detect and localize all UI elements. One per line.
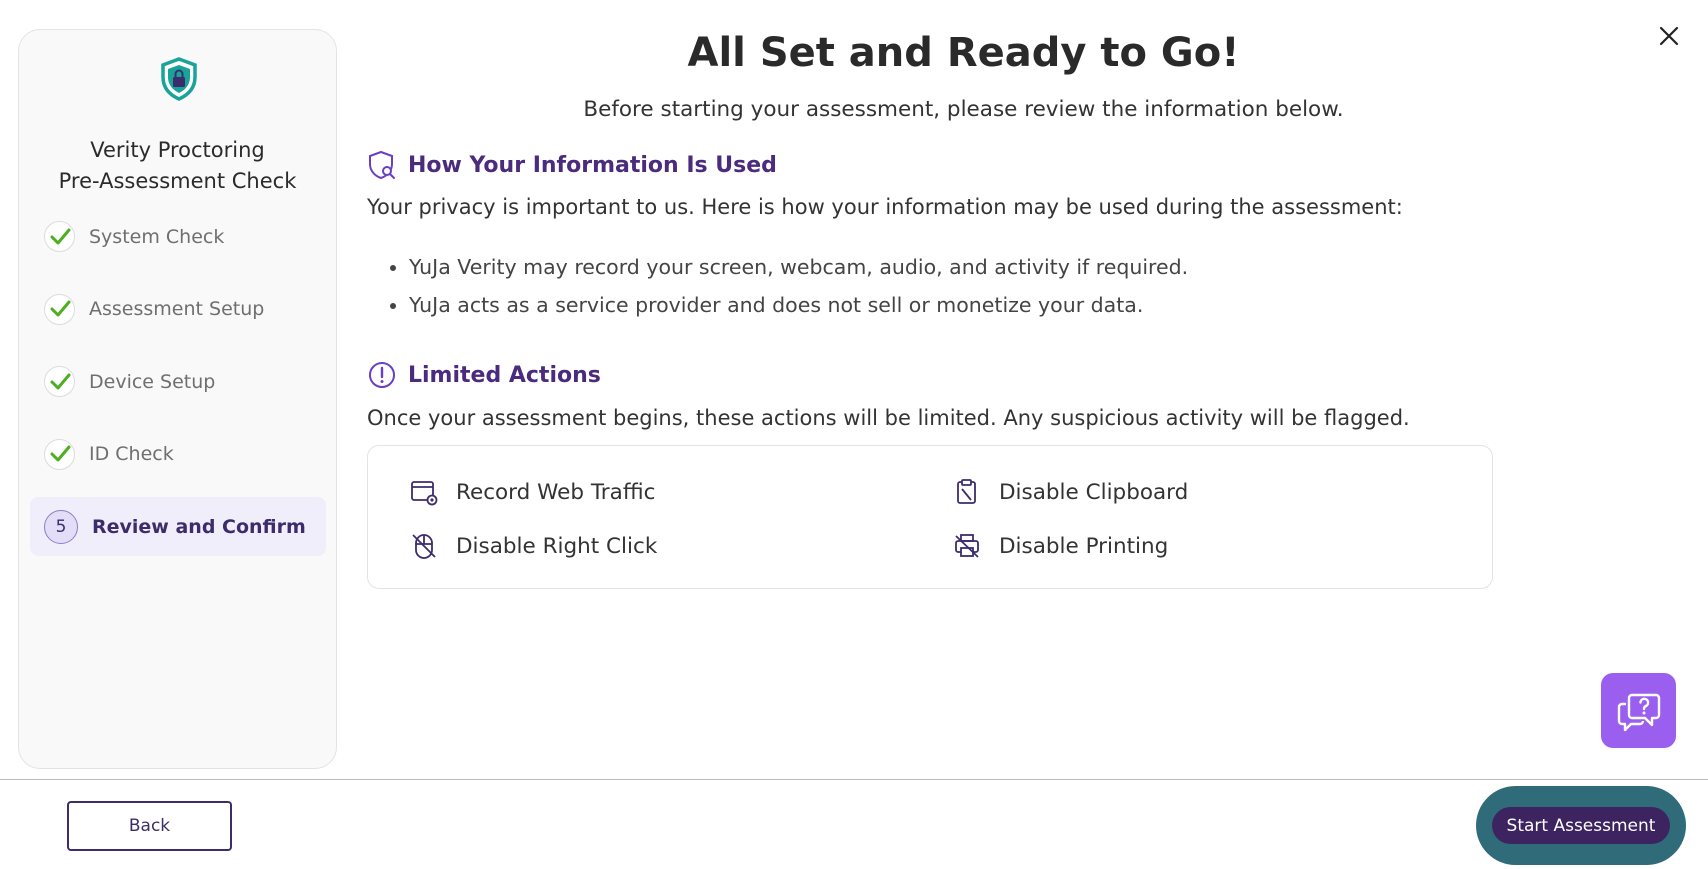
check-icon xyxy=(44,438,75,470)
close-icon[interactable] xyxy=(1656,23,1682,49)
step-label: ID Check xyxy=(89,443,174,465)
alert-circle-icon xyxy=(369,362,395,388)
mouse-off-icon xyxy=(412,534,436,559)
back-button[interactable]: Back xyxy=(67,801,232,851)
step-system-check[interactable]: System Check xyxy=(30,207,326,266)
check-icon xyxy=(44,366,75,397)
sidebar-title-line2: Pre-Assessment Check xyxy=(58,169,297,193)
action-label: Disable Right Click xyxy=(456,533,658,559)
check-icon xyxy=(44,293,75,325)
shield-search-icon xyxy=(369,150,395,180)
list-item: YuJa acts as a service provider and does… xyxy=(409,290,1188,328)
step-assessment-setup[interactable]: Assessment Setup xyxy=(30,280,326,339)
help-chat-button[interactable] xyxy=(1601,673,1676,748)
step-label: System Check xyxy=(89,225,225,248)
info-bullet-list: YuJa Verity may record your screen, webc… xyxy=(409,252,1188,328)
step-number-badge: 5 xyxy=(44,509,78,544)
footer-divider xyxy=(0,779,1708,780)
check-icon xyxy=(44,221,75,252)
action-disable-clipboard: Disable Clipboard xyxy=(953,478,1188,506)
limited-section-heading: Limited Actions xyxy=(408,362,601,388)
step-label: Device Setup xyxy=(89,370,216,393)
printer-off-icon xyxy=(955,534,979,558)
clipboard-off-icon xyxy=(957,479,976,504)
action-disable-right-click: Disable Right Click xyxy=(410,532,657,560)
action-record-web-traffic: Record Web Traffic xyxy=(410,478,655,506)
start-assessment-button[interactable]: Start Assessment xyxy=(1491,807,1671,844)
info-section-intro: Your privacy is important to us. Here is… xyxy=(367,195,1403,219)
step-review-and-confirm[interactable]: 5 Review and Confirm xyxy=(30,497,326,556)
limited-section-header: Limited Actions xyxy=(368,361,601,389)
shield-lock-icon xyxy=(161,57,197,101)
web-traffic-icon xyxy=(411,481,438,506)
page-subtitle: Before starting your assessment, please … xyxy=(583,97,1344,122)
step-list: System Check Assessment Setup Device Set… xyxy=(30,207,326,570)
list-item: YuJa Verity may record your screen, webc… xyxy=(409,252,1188,290)
action-label: Disable Clipboard xyxy=(999,479,1189,505)
action-label: Disable Printing xyxy=(999,533,1169,559)
limited-actions-panel: Record Web Traffic Disable Clipboard Dis… xyxy=(367,445,1493,589)
sidebar-title-line1: Verity Proctoring xyxy=(90,138,265,162)
page-title: All Set and Ready to Go! xyxy=(687,30,1240,76)
info-section-header: How Your Information Is Used xyxy=(368,150,777,180)
action-disable-printing: Disable Printing xyxy=(953,532,1168,560)
start-assessment-focus-ring: Start Assessment xyxy=(1476,786,1686,865)
help-chat-icon xyxy=(1617,693,1660,731)
step-id-check[interactable]: ID Check xyxy=(30,425,326,484)
action-label: Record Web Traffic xyxy=(456,479,656,505)
step-label: Review and Confirm xyxy=(92,515,306,538)
step-label: Assessment Setup xyxy=(89,298,265,320)
progress-sidebar: Verity Proctoring Pre-Assessment Check S… xyxy=(18,29,337,769)
limited-section-intro: Once your assessment begins, these actio… xyxy=(367,406,1410,430)
step-device-setup[interactable]: Device Setup xyxy=(30,352,326,411)
info-section-heading: How Your Information Is Used xyxy=(408,152,777,178)
